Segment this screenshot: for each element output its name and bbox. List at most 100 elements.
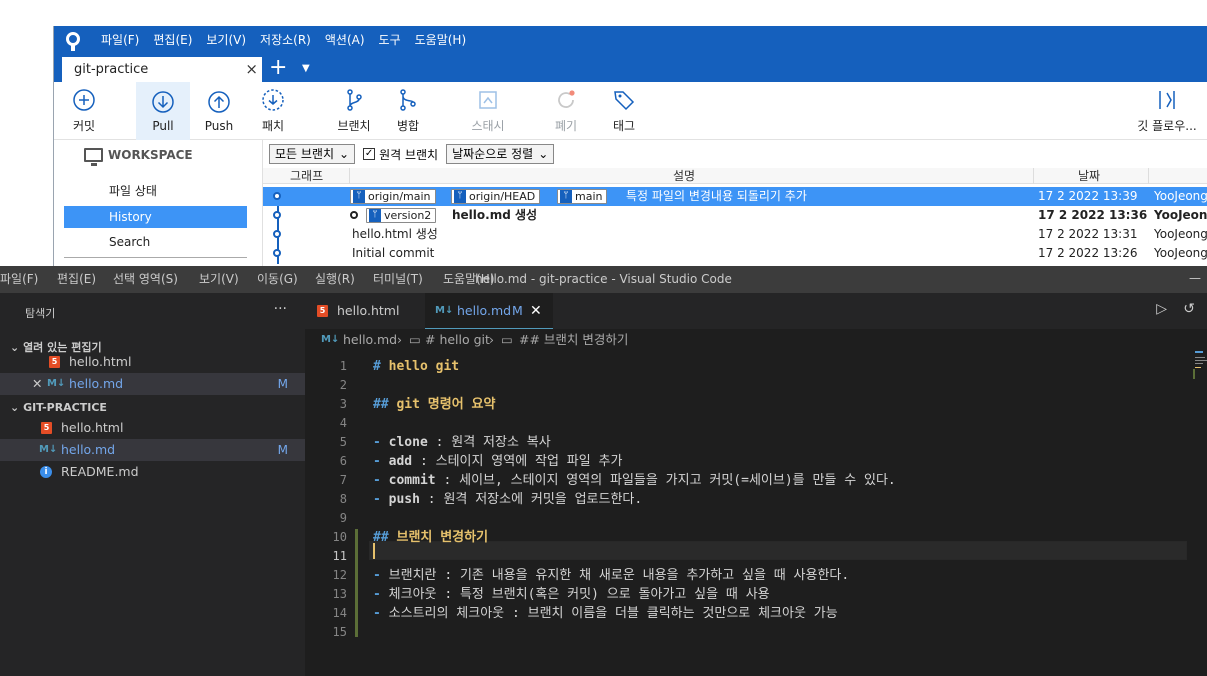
discard-icon (558, 90, 575, 108)
code-line[interactable]: - 소스트리의 체크아웃 : 브랜치 이름을 더블 클릭하는 것만으로 체크아웃… (373, 604, 838, 623)
file-name: hello.md (61, 442, 116, 457)
open-editor-item[interactable]: ✕ M↓ hello.md M (0, 373, 305, 395)
column-date[interactable]: 날짜 (1078, 168, 1100, 184)
commit-row[interactable]: hello.html 생성 17 2 2022 13:31 YooJeong (263, 225, 1207, 244)
file-tree-item[interactable]: 5 hello.html (0, 417, 305, 439)
markdown-icon: M↓ (321, 334, 340, 345)
git-flow-button[interactable]: 깃 플로우... (1132, 82, 1202, 140)
column-description[interactable]: 설명 (673, 168, 695, 184)
close-tab-icon[interactable]: ✕ (530, 293, 542, 329)
code-line[interactable]: - clone : 원격 저장소 복사 (373, 433, 551, 452)
patch-button[interactable]: 패치 (250, 82, 296, 140)
vscode-titlebar: 파일(F) 편집(E) 선택 영역(S) 보기(V) 이동(G) 실행(R) 터… (0, 266, 1207, 293)
merge-button[interactable]: 병합 (386, 82, 430, 140)
minimize-icon[interactable]: — (1189, 266, 1201, 290)
commit-icon (73, 89, 95, 111)
stash-button[interactable]: 스태시 (460, 82, 516, 140)
stash-label: 스태시 (471, 119, 505, 133)
sidebar-item-history[interactable]: History (64, 206, 247, 228)
commit-label: 커밋 (72, 119, 96, 133)
branch-button[interactable]: 브랜치 (330, 82, 378, 140)
commit-row[interactable]: Initial commit 17 2 2022 13:26 YooJeong (263, 244, 1207, 263)
file-name: hello.md (69, 376, 124, 391)
branch-filter-dropdown[interactable]: 모든 브랜치 ⌄ (269, 144, 356, 164)
commit-message: 특정 파일의 변경내용 되돌리기 추가 (626, 189, 807, 203)
menu-help[interactable]: 도움말(H) (408, 26, 474, 55)
code-line[interactable]: ## git 명령어 요약 (373, 395, 495, 414)
markdown-icon: M↓ (47, 378, 66, 389)
sort-dropdown[interactable]: 날짜순으로 정렬 ⌄ (446, 144, 555, 164)
chevron-right-icon: › (397, 332, 402, 347)
breadcrumb-heading2[interactable]: ## 브랜치 변경하기 (519, 329, 628, 351)
git-flow-label: 깃 플로우... (1137, 119, 1197, 133)
column-divider[interactable] (1148, 168, 1149, 184)
code-line[interactable]: - commit : 세이브, 스테이지 영역의 파일들을 가지고 커밋(=세이… (373, 471, 896, 490)
chevron-right-icon: › (489, 332, 494, 347)
branch-filter-value: 모든 브랜치 (275, 147, 335, 161)
text-cursor (373, 543, 375, 559)
new-tab-button[interactable]: + (269, 55, 287, 81)
code-line[interactable]: - add : 스테이지 영역에 작업 파일 추가 (373, 452, 622, 471)
modified-badge: M (277, 443, 288, 457)
menu-tools[interactable]: 도구 (372, 26, 408, 55)
open-editor-item[interactable]: 5 hello.html (0, 351, 305, 373)
tag-button[interactable]: 태그 (602, 82, 646, 140)
discard-button[interactable]: 폐기 (544, 82, 588, 140)
project-section[interactable]: ⌄ GIT-PRACTICE (10, 401, 107, 414)
menu-file[interactable]: 파일(F) (94, 26, 146, 55)
code-line[interactable]: # hello git (373, 357, 459, 376)
vscode-window: 파일(F) 편집(E) 선택 영역(S) 보기(V) 이동(G) 실행(R) 터… (0, 266, 1207, 676)
breadcrumb-heading1[interactable]: # hello git (425, 329, 490, 351)
menu-edit[interactable]: 편집(E) (146, 26, 199, 55)
code-line[interactable]: - 체크아웃 : 특정 브랜치(혹은 커밋) 으로 돌아가고 싶을 때 사용 (373, 585, 770, 604)
branch-label: 브랜치 (337, 119, 371, 133)
code-line[interactable]: - 브랜치란 : 기존 내용을 유지한 채 새로운 내용을 추가하고 싶을 때 … (373, 566, 849, 585)
html5-icon: 5 (41, 422, 52, 434)
commit-button[interactable]: 커밋 (60, 82, 108, 140)
merge-icon (400, 89, 416, 111)
repo-tab-title: git-practice (74, 62, 149, 77)
run-icon[interactable]: ▷ (1156, 301, 1167, 317)
column-graph[interactable]: 그래프 (290, 168, 323, 184)
commit-node (273, 230, 281, 238)
commit-row[interactable]: version2 hello.md 생성 17 2 2022 13:36 Yoo… (263, 206, 1207, 225)
tab-hello-html[interactable]: 5 hello.html (317, 293, 423, 329)
code-line[interactable]: ## 브랜치 변경하기 (373, 528, 488, 547)
pull-label: Pull (152, 118, 174, 133)
more-actions-icon[interactable]: ··· (274, 301, 287, 317)
remote-branches-checkbox[interactable]: ✓ 원격 브랜치 (363, 146, 438, 163)
menu-view[interactable]: 보기(V) (199, 26, 253, 55)
minimap[interactable] (1193, 351, 1207, 411)
symbol-string-icon: ▭ (409, 332, 421, 347)
commit-row[interactable]: origin/main origin/HEAD main 특정 파일의 변경내용… (263, 187, 1207, 206)
column-divider[interactable] (1033, 168, 1034, 184)
html5-icon: 5 (49, 356, 60, 368)
sidebar-item-file-status[interactable]: 파일 상태 (64, 180, 247, 202)
file-tree-item[interactable]: M↓ hello.md M (0, 439, 305, 461)
code-line[interactable]: - push : 원격 저장소에 커밋을 업로드한다. (373, 490, 642, 509)
monitor-icon (84, 148, 103, 166)
push-button[interactable]: Push (194, 82, 244, 140)
line-number: 6 (339, 454, 347, 468)
tab-dropdown-icon[interactable]: ▼ (302, 55, 310, 83)
menu-repository[interactable]: 저장소(R) (253, 26, 318, 55)
file-tree-item[interactable]: i README.md (0, 461, 305, 483)
line-number: 12 (332, 568, 347, 582)
repo-tab[interactable]: git-practice × (62, 57, 262, 82)
line-number: 9 (339, 511, 347, 525)
sidebar-item-search[interactable]: Search (64, 231, 247, 253)
breadcrumb-file[interactable]: hello.md (343, 329, 397, 351)
column-divider[interactable] (349, 168, 350, 184)
tag-label: 태그 (612, 119, 636, 133)
tab-hello-md[interactable]: M↓ hello.md M ✕ (425, 293, 553, 329)
menu-actions[interactable]: 액션(A) (318, 26, 372, 55)
stash-icon (479, 91, 497, 109)
close-editor-icon[interactable]: ✕ (32, 373, 42, 395)
line-number: 2 (339, 378, 347, 392)
pull-button[interactable]: Pull (136, 82, 190, 140)
timeline-history-icon[interactable]: ↺ (1183, 301, 1195, 317)
commit-message: hello.md 생성 (452, 208, 538, 222)
branch-badge-main: main (557, 189, 608, 204)
close-tab-icon[interactable]: × (245, 57, 258, 82)
code-editor[interactable]: 1 # hello git 2 3 ## git 명령어 요약 4 5 - clone : 원… (305, 351, 1207, 676)
